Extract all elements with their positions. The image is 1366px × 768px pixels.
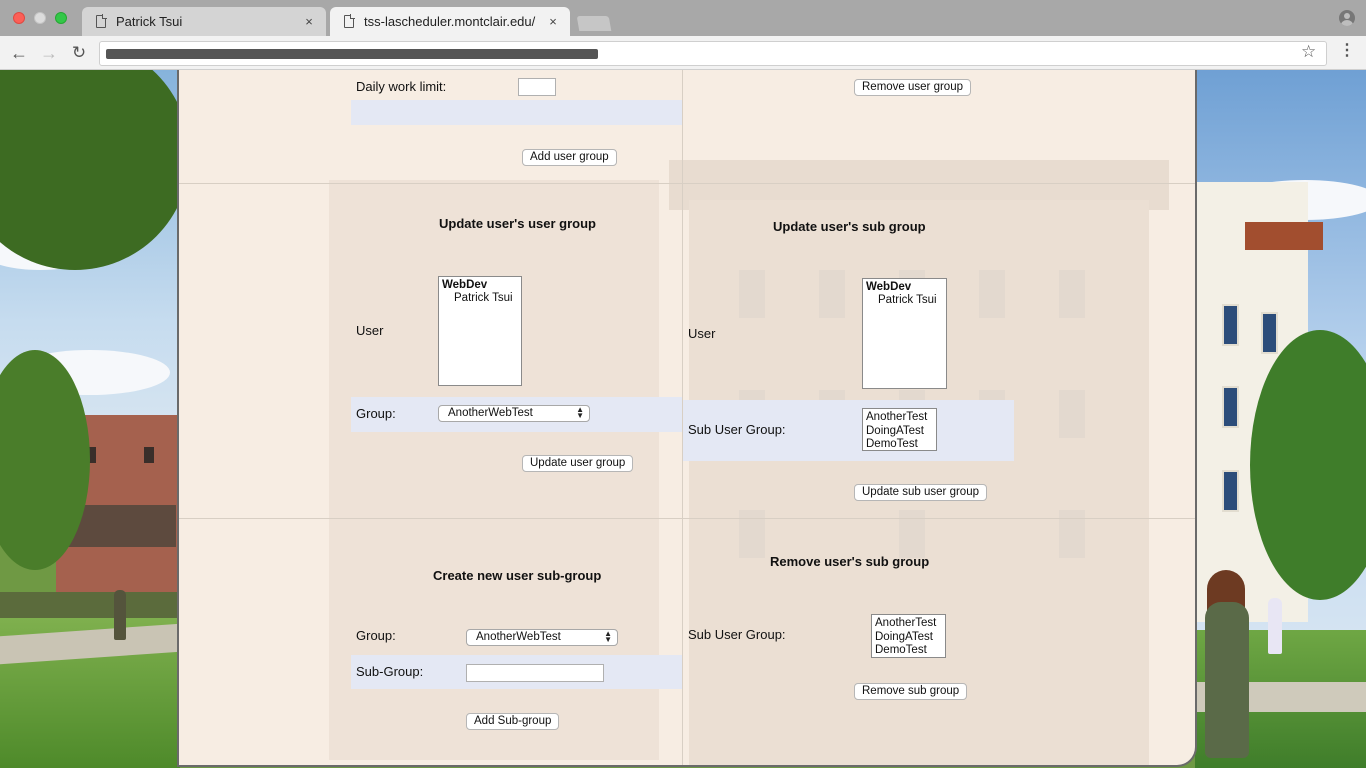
new-tab-button[interactable] — [576, 16, 612, 31]
document-icon — [96, 14, 107, 28]
document-icon — [344, 14, 355, 28]
row-divider — [179, 518, 1195, 519]
sub-group-option[interactable]: AnotherTest — [875, 617, 942, 631]
user-option[interactable]: Patrick Tsui — [442, 292, 518, 305]
background-person — [114, 590, 126, 640]
group-select[interactable]: AnotherWebTest ▲ ▼ — [466, 629, 618, 646]
background-roof — [1245, 222, 1323, 250]
tab-close-icon[interactable]: × — [546, 14, 560, 29]
building-window — [1261, 312, 1278, 354]
browser-toolbar: ← → ↻ — [0, 36, 1366, 70]
update-sub-user-group-button[interactable]: Update sub user group — [854, 484, 987, 501]
page-viewport: Daily work limit: Add user group Remove … — [0, 70, 1366, 768]
update-user-group-button[interactable]: Update user group — [522, 455, 634, 472]
remove-sub-group-title: Remove user's sub group — [770, 554, 930, 569]
row-divider — [179, 183, 1195, 184]
update-user-group-title: Update user's user group — [439, 216, 596, 231]
daily-work-limit-input[interactable] — [518, 78, 556, 96]
background-person — [1268, 598, 1282, 654]
form-row-band — [351, 100, 682, 125]
back-arrow-icon[interactable]: ← — [8, 42, 30, 64]
create-sub-group-title: Create new user sub-group — [433, 568, 602, 583]
user-label: User — [688, 326, 716, 341]
remove-user-group-button[interactable]: Remove user group — [854, 79, 971, 96]
tab-title: tss-lascheduler.montclair.edu/ — [364, 14, 536, 29]
group-label: Group: — [356, 406, 396, 421]
user-group-header: WebDev — [442, 279, 488, 291]
window-close-button[interactable] — [13, 12, 25, 24]
browser-tab-patrick-tsui[interactable]: Patrick Tsui × — [82, 7, 326, 36]
select-arrows-icon: ▲ ▼ — [576, 405, 584, 420]
forward-arrow-icon[interactable]: → — [38, 42, 60, 64]
sub-group-option[interactable]: DemoTest — [866, 438, 933, 450]
user-option[interactable]: Patrick Tsui — [866, 294, 943, 307]
user-listbox[interactable]: WebDev Patrick Tsui — [438, 276, 522, 386]
sub-group-option[interactable]: DoingATest — [875, 631, 942, 645]
daily-work-limit-label: Daily work limit: — [356, 79, 447, 94]
user-label: User — [356, 323, 384, 338]
profile-icon[interactable] — [1339, 10, 1355, 26]
update-sub-group-title: Update user's sub group — [773, 219, 926, 234]
add-user-group-button[interactable]: Add user group — [522, 149, 617, 166]
group-select-value: AnotherWebTest — [476, 631, 561, 643]
tab-close-icon[interactable]: × — [302, 14, 316, 29]
address-bar[interactable] — [99, 41, 1327, 66]
sub-user-group-label: Sub User Group: — [688, 627, 786, 642]
building-window — [1222, 386, 1239, 428]
sub-group-option[interactable]: DemoTest — [875, 644, 942, 657]
sub-group-option[interactable]: DoingATest — [866, 425, 933, 439]
content-panel: Daily work limit: Add user group Remove … — [177, 70, 1197, 767]
sub-user-group-label: Sub User Group: — [688, 422, 786, 437]
redacted-url — [106, 49, 598, 59]
user-group-header: WebDev — [866, 281, 912, 293]
sub-group-input[interactable] — [466, 664, 604, 682]
browser-tab-bar: Patrick Tsui × tss-lascheduler.montclair… — [0, 0, 1366, 36]
building-window — [144, 447, 154, 463]
group-select[interactable]: AnotherWebTest ▲ ▼ — [438, 405, 590, 422]
add-sub-group-button[interactable]: Add Sub-group — [466, 713, 560, 730]
remove-sub-group-button[interactable]: Remove sub group — [854, 683, 968, 700]
sub-user-group-listbox[interactable]: AnotherTest DoingATest DemoTest — [871, 614, 946, 658]
select-arrows-icon: ▲ ▼ — [604, 629, 612, 644]
browser-tab-lascheduler[interactable]: tss-lascheduler.montclair.edu/ × — [330, 7, 570, 36]
bookmark-star-icon[interactable]: ☆ — [1301, 42, 1316, 62]
building-window — [1222, 304, 1239, 346]
sub-user-group-listbox[interactable]: AnotherTest DoingATest DemoTest — [862, 408, 937, 451]
building-window — [1222, 470, 1239, 512]
window-minimize-button[interactable] — [34, 12, 46, 24]
reload-icon[interactable]: ↻ — [68, 42, 90, 64]
window-maximize-button[interactable] — [55, 12, 67, 24]
group-label: Group: — [356, 628, 396, 643]
sub-group-option[interactable]: AnotherTest — [866, 411, 933, 425]
sub-group-label: Sub-Group: — [356, 664, 424, 679]
browser-menu-icon[interactable]: ⋮ — [1339, 42, 1355, 60]
background-person — [1205, 602, 1249, 758]
group-select-value: AnotherWebTest — [448, 407, 533, 419]
user-listbox[interactable]: WebDev Patrick Tsui — [862, 278, 947, 389]
tab-title: Patrick Tsui — [116, 14, 183, 29]
